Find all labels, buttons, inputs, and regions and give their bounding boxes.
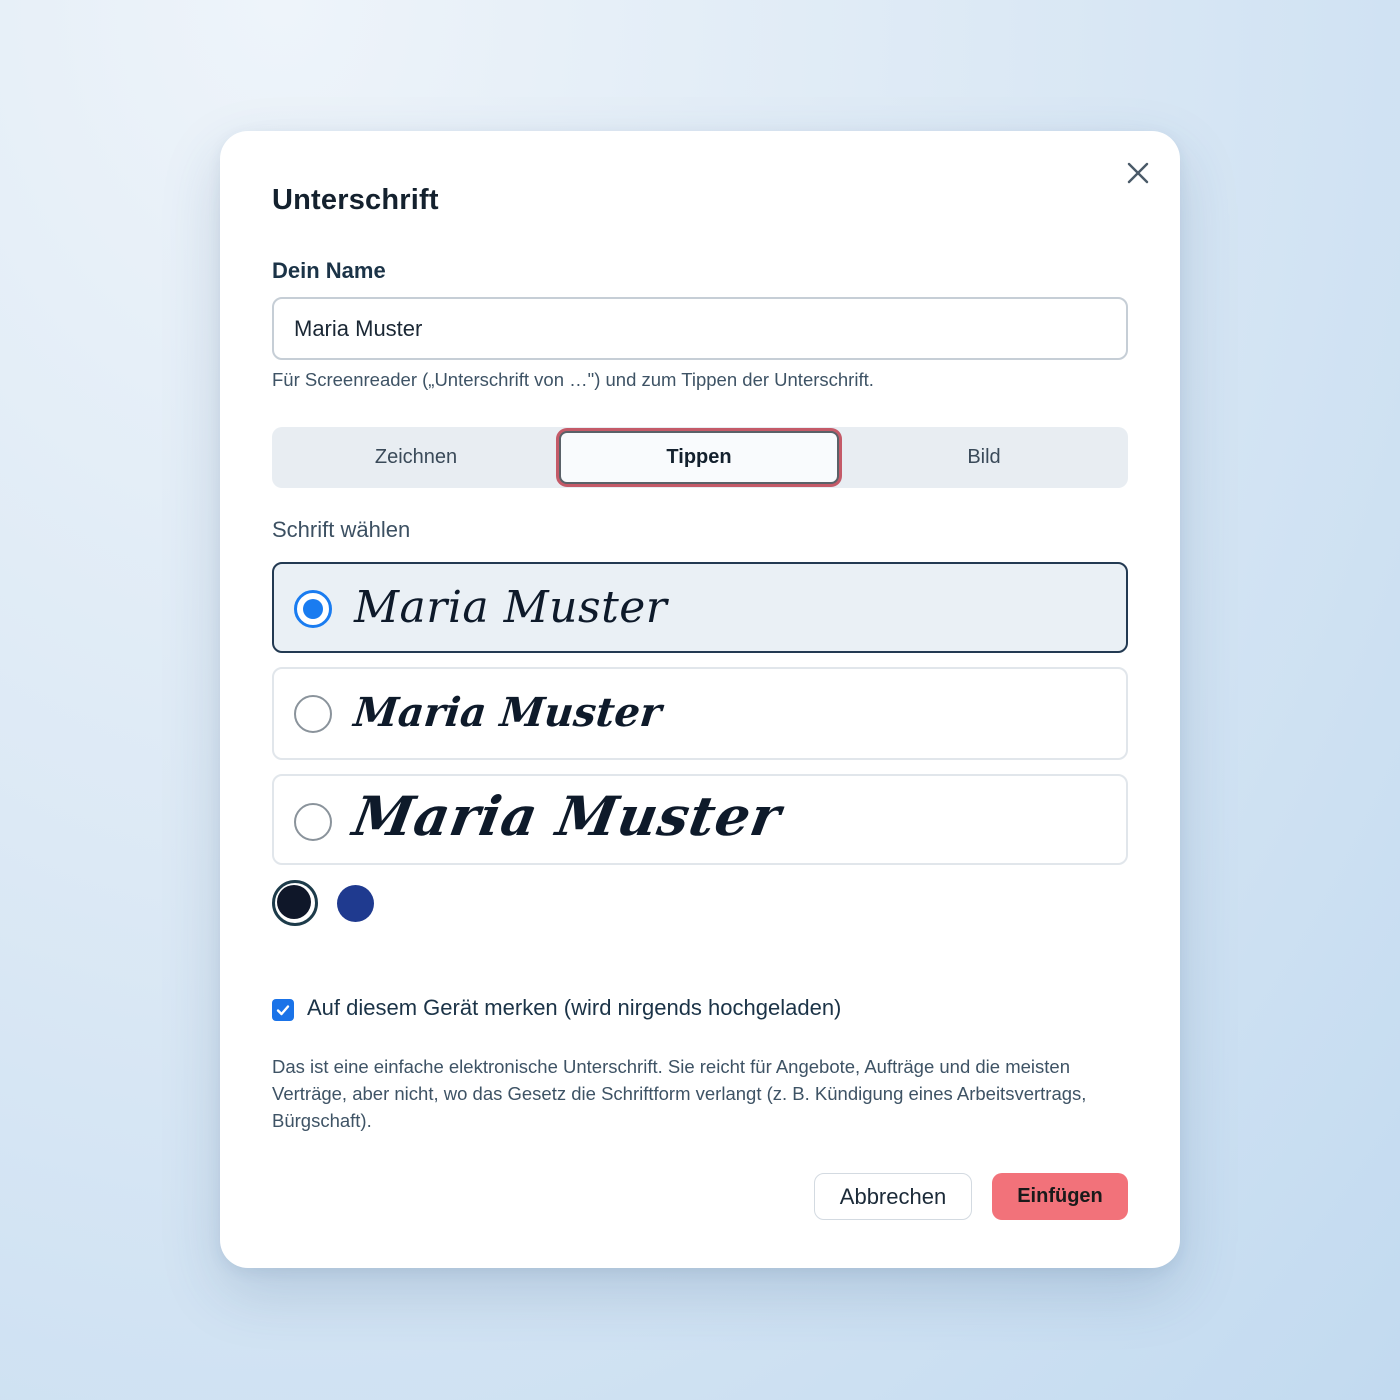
font-section-label: Schrift wählen [272, 517, 411, 542]
font-option-2[interactable]: Maria Muster [272, 667, 1128, 760]
checkmark-icon [276, 1005, 290, 1016]
font-radio-3[interactable] [294, 803, 332, 841]
tab-zeichnen[interactable]: Zeichnen [276, 427, 556, 488]
font-radio-2[interactable] [294, 695, 332, 733]
font-radio-1[interactable] [294, 590, 332, 628]
name-label: Dein Name [272, 258, 386, 283]
signature-preview-1: Maria Muster [354, 582, 668, 633]
dialog-title: Unterschrift [272, 184, 439, 216]
font-option-3[interactable]: Maria Muster [272, 774, 1128, 865]
tab-bild[interactable]: Bild [844, 427, 1124, 488]
name-input[interactable] [272, 297, 1128, 360]
signature-preview-2: Maria Muster [351, 689, 664, 736]
insert-button[interactable]: Einfügen [992, 1173, 1128, 1220]
remember-checkbox[interactable] [272, 999, 294, 1021]
mode-tabs: Zeichnen Tippen Bild [272, 427, 1128, 488]
color-swatch-black-fill [277, 885, 311, 919]
color-swatch-black[interactable] [272, 880, 318, 926]
cancel-button[interactable]: Abbrechen [814, 1173, 972, 1220]
legal-disclaimer: Das ist eine einfache elektronische Unte… [272, 1056, 1087, 1131]
font-option-1[interactable]: Maria Muster [272, 562, 1128, 653]
name-hint: Für Screenreader („Unterschrift von …") … [272, 369, 874, 390]
color-swatch-blue[interactable] [337, 885, 374, 922]
close-icon[interactable] [1124, 159, 1152, 187]
remember-label[interactable]: Auf diesem Gerät merken (wird nirgends h… [307, 995, 841, 1021]
tab-tippen[interactable]: Tippen [559, 431, 839, 484]
signature-preview-3: Maria Muster [348, 784, 787, 848]
